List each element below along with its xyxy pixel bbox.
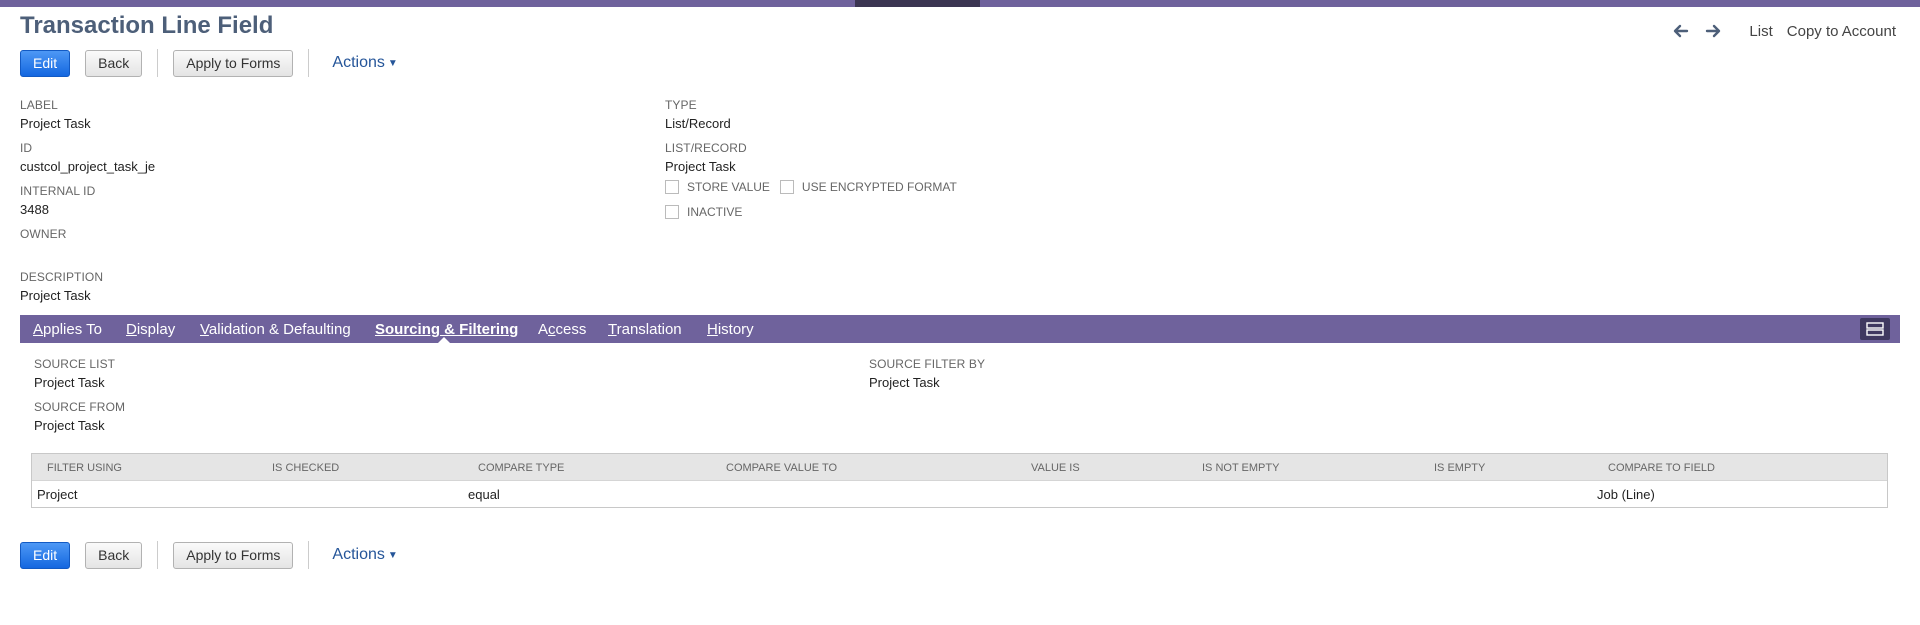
tab-translation[interactable]: Translation (608, 321, 682, 338)
checkbox-label: USE ENCRYPTED FORMAT (801, 180, 957, 194)
button-divider (308, 49, 310, 77)
caret-down-icon: ▼ (387, 549, 398, 561)
field-label: LABEL (20, 98, 58, 112)
filter-sublist: FILTER USING IS CHECKED COMPARE TYPE COM… (31, 453, 1888, 508)
field-label: SOURCE LIST (34, 357, 116, 371)
top-accent-highlight (855, 0, 980, 7)
field-label: INTERNAL ID (20, 184, 96, 198)
checkbox-label: INACTIVE (687, 205, 743, 219)
actions-label: Actions (332, 54, 385, 71)
field-value: custcol_project_task_je (20, 159, 156, 174)
field-value: Project Task (20, 116, 91, 131)
apply-to-forms-button[interactable]: Apply to Forms (173, 49, 294, 77)
store-value-checkbox-row: STORE VALUE USE ENCRYPTED FORMAT (665, 180, 957, 194)
edit-button[interactable]: Edit (20, 541, 71, 569)
field-label: SOURCE FROM (34, 400, 126, 414)
page-title: Transaction Line Field (20, 12, 274, 39)
arrow-left-icon[interactable] (1671, 21, 1691, 41)
tab-validation-defaulting[interactable]: Validation & Defaulting (200, 321, 351, 338)
button-divider (157, 49, 159, 77)
button-divider (308, 541, 310, 569)
column-header: COMPARE TO FIELD (1608, 462, 1715, 474)
field-label: SOURCE FILTER BY (869, 357, 986, 371)
bottom-button-bar: Edit Back Apply to Forms Actions ▼ (20, 541, 398, 569)
layout-toggle-icon[interactable] (1860, 318, 1890, 340)
actions-label: Actions (332, 546, 385, 563)
column-header: IS NOT EMPTY (1202, 462, 1280, 474)
record-navigation: List Copy to Account (1671, 21, 1896, 41)
table-cell: Project (37, 487, 78, 502)
field-label: DESCRIPTION (20, 270, 104, 284)
inactive-checkbox[interactable] (665, 205, 679, 219)
internal-id-field: INTERNAL ID 3488 (20, 184, 95, 217)
back-button[interactable]: Back (85, 49, 143, 77)
field-value: List/Record (665, 116, 731, 131)
column-header: VALUE IS (1031, 462, 1080, 474)
use-encrypted-format-checkbox[interactable] (779, 180, 794, 194)
column-header: IS CHECKED (272, 462, 340, 474)
field-value: Project Task (665, 159, 736, 174)
field-value: Project Task (869, 375, 940, 390)
tab-applies-to[interactable]: Applies To (33, 321, 102, 338)
subtab-bar: Applies To Display Validation & Defaulti… (20, 315, 1900, 343)
source-filter-by-field: SOURCE FILTER BY Project Task (869, 357, 985, 390)
field-label: LIST/RECORD (665, 141, 747, 155)
owner-field: OWNER (20, 227, 67, 245)
description-field: DESCRIPTION Project Task (20, 270, 103, 303)
button-divider (157, 541, 159, 569)
field-label: TYPE (665, 98, 697, 112)
table-cell: Job (Line) (1597, 487, 1655, 502)
field-value: Project Task (34, 418, 105, 433)
copy-to-account-link[interactable]: Copy to Account (1787, 23, 1896, 40)
checkbox-label: STORE VALUE (687, 180, 770, 194)
field-label: OWNER (20, 227, 67, 241)
tab-sourcing-filtering[interactable]: Sourcing & Filtering (375, 321, 518, 338)
tab-access[interactable]: Access (538, 321, 586, 338)
type-field: TYPE List/Record (665, 98, 731, 131)
list-record-field: LIST/RECORD Project Task (665, 141, 747, 174)
top-button-bar: Edit Back Apply to Forms Actions ▼ (20, 49, 398, 77)
apply-to-forms-button[interactable]: Apply to Forms (173, 541, 294, 569)
field-label: ID (20, 141, 33, 155)
top-accent-bar (0, 0, 1920, 7)
source-list-field: SOURCE LIST Project Task (34, 357, 115, 390)
store-value-checkbox[interactable] (665, 180, 679, 194)
column-header: FILTER USING (47, 462, 122, 474)
caret-down-icon: ▼ (387, 57, 398, 69)
list-link[interactable]: List (1749, 23, 1772, 40)
column-header: IS EMPTY (1434, 462, 1486, 474)
active-tab-indicator (438, 337, 450, 343)
tab-history[interactable]: History (707, 321, 754, 338)
actions-menu[interactable]: Actions ▼ (332, 54, 397, 72)
label-field: LABEL Project Task (20, 98, 91, 131)
field-value: Project Task (20, 288, 91, 303)
source-from-field: SOURCE FROM Project Task (34, 400, 125, 433)
field-value: 3488 (20, 202, 49, 217)
inactive-checkbox-row: INACTIVE (665, 205, 742, 219)
table-header: FILTER USING IS CHECKED COMPARE TYPE COM… (32, 454, 1887, 481)
back-button[interactable]: Back (85, 541, 143, 569)
id-field: ID custcol_project_task_je (20, 141, 155, 174)
field-value: Project Task (34, 375, 105, 390)
table-cell: equal (468, 487, 500, 502)
table-row[interactable]: Project equal Job (Line) (32, 481, 1887, 508)
edit-button[interactable]: Edit (20, 49, 71, 77)
column-header: COMPARE VALUE TO (726, 462, 838, 474)
column-header: COMPARE TYPE (478, 462, 565, 474)
arrow-right-icon[interactable] (1703, 21, 1723, 41)
tab-display[interactable]: Display (126, 321, 175, 338)
actions-menu[interactable]: Actions ▼ (332, 546, 397, 564)
